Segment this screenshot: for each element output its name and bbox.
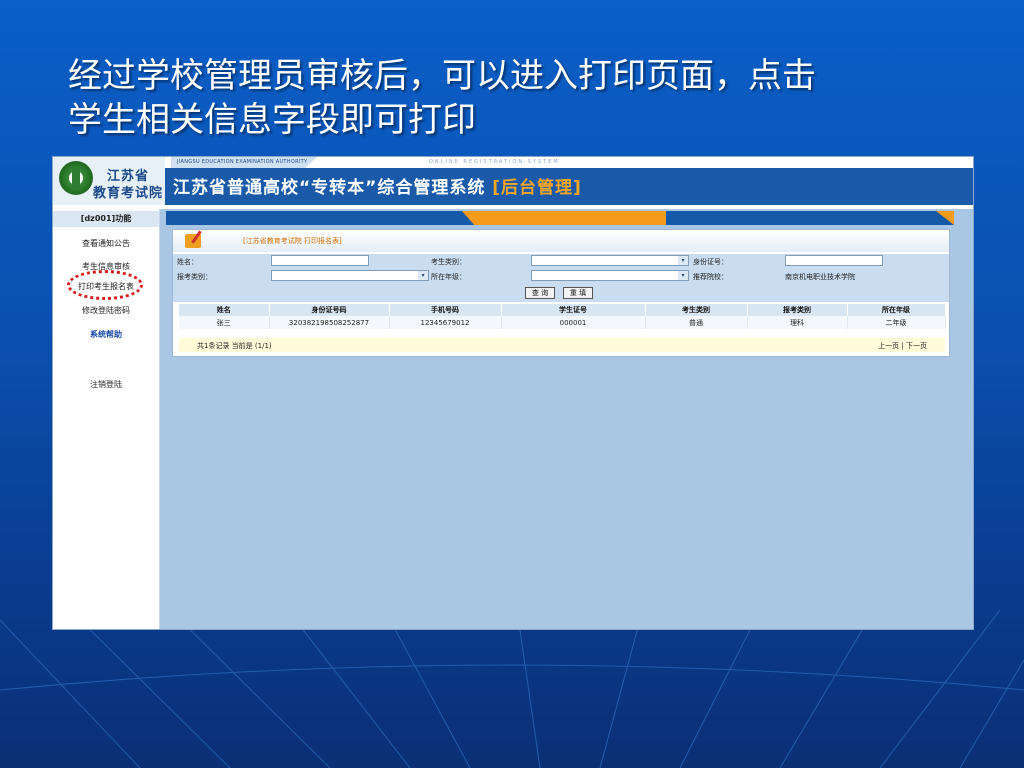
name-label: 姓名： [177, 258, 198, 266]
cell-category[interactable]: 普通 [645, 316, 748, 329]
panel-title: [江苏省教育考试院 打印报名表] [243, 237, 342, 245]
online-tag: ONLINE REGISTRATION SYSTEM [429, 159, 560, 165]
slide-title-line1: 经过学校管理员审核后，可以进入打印页面，点击 [68, 56, 816, 96]
app-header: 江苏省 教育考试院 JIANGSU EDUCATION EXAMINATION … [53, 157, 973, 205]
category-label: 考生类别： [431, 258, 466, 266]
system-title: 江苏省普通高校“专转本”综合管理系统 [后台管理] [173, 178, 582, 198]
chevron-down-icon: ▾ [678, 271, 688, 280]
cell-grade[interactable]: 二年级 [847, 316, 946, 329]
grade-label: 所在年级： [431, 273, 466, 281]
chevron-down-icon: ▾ [678, 256, 688, 265]
col-header-id: 身份证号码 [269, 304, 390, 316]
grade-select[interactable]: ▾ [531, 270, 689, 281]
col-header-exam-type: 报考类别 [747, 304, 848, 316]
col-header-student-id: 学生证号 [501, 304, 646, 316]
slide-title: 经过学校管理员审核后，可以进入打印页面，点击 学生相关信息字段即可打印 [68, 54, 968, 142]
reset-button[interactable]: 重 填 [563, 287, 593, 299]
pager: 共1条记录 当前是 (1/1) 上一页 | 下一页 [179, 338, 945, 352]
cell-name[interactable]: 张三 [179, 316, 270, 329]
exam-type-select[interactable]: ▾ [271, 270, 429, 281]
id-label: 身份证号： [693, 258, 728, 266]
col-header-name: 姓名 [179, 304, 270, 316]
app-screenshot: 江苏省 教育考试院 JIANGSU EDUCATION EXAMINATION … [52, 156, 974, 630]
school-value: 南京机电职业技术学院 [785, 273, 855, 281]
id-number-input[interactable] [785, 255, 883, 266]
main-content: [江苏省教育考试院 打印报名表] 姓名： 考生类别： ▾ 身份证号： 报考类别：… [160, 209, 973, 629]
table-header-row: 姓名 身份证号码 手机号码 学生证号 考生类别 报考类别 所在年级 [179, 304, 946, 316]
sidebar-item-change-password[interactable]: 修改登陆密码 [53, 305, 159, 316]
query-button[interactable]: 查 询 [525, 287, 555, 299]
logo: 江苏省 教育考试院 [53, 157, 165, 205]
tab-bar-accent [462, 211, 666, 225]
chevron-down-icon: ▾ [418, 271, 428, 280]
col-header-phone: 手机号码 [389, 304, 502, 316]
pager-summary: 共1条记录 当前是 (1/1) [197, 342, 272, 350]
category-select[interactable]: ▾ [531, 255, 689, 266]
name-input[interactable] [271, 255, 369, 266]
print-form-panel: [江苏省教育考试院 打印报名表] 姓名： 考生类别： ▾ 身份证号： 报考类别：… [172, 229, 950, 357]
highlight-circle [67, 270, 143, 300]
col-header-grade: 所在年级 [847, 304, 946, 316]
table-row[interactable]: 张三 320382198508252877 12345679012 000001… [179, 316, 946, 329]
school-label: 推荐院校： [693, 273, 728, 281]
logo-emblem-icon [59, 161, 93, 195]
sidebar: [dz001]功能 查看通知公告 考生信息审核 打印考生报名表 修改登陆密码 系… [53, 209, 160, 629]
tab-bar [166, 211, 954, 225]
system-title-tag: [后台管理] [492, 178, 582, 198]
panel-title-bar: [江苏省教育考试院 打印报名表] [173, 230, 949, 252]
slide-title-line2: 学生相关信息字段即可打印 [68, 100, 476, 140]
sidebar-item-help[interactable]: 系统帮助 [53, 329, 159, 340]
sidebar-header: [dz001]功能 [53, 211, 159, 227]
pager-nav-links[interactable]: 上一页 | 下一页 [878, 341, 927, 351]
authority-tag: JIANGSU EDUCATION EXAMINATION AUTHORITY [171, 157, 317, 168]
col-header-category: 考生类别 [645, 304, 748, 316]
sidebar-item-logout[interactable]: 注销登陆 [53, 379, 159, 390]
sidebar-item-notices[interactable]: 查看通知公告 [53, 238, 159, 249]
cell-student-id[interactable]: 000001 [501, 316, 646, 329]
exam-type-label: 报考类别： [177, 273, 212, 281]
cell-exam-type[interactable]: 理科 [747, 316, 848, 329]
logo-text-line2: 教育考试院 [93, 186, 164, 201]
tab-bar-accent-corner [936, 211, 954, 225]
pencil-icon [185, 234, 201, 248]
search-form: 姓名： 考生类别： ▾ 身份证号： 报考类别： ▾ 所在年级： ▾ 推荐院校： … [173, 254, 949, 302]
cell-id[interactable]: 320382198508252877 [269, 316, 390, 329]
results-table: 姓名 身份证号码 手机号码 学生证号 考生类别 报考类别 所在年级 张三 320… [179, 304, 946, 329]
cell-phone[interactable]: 12345679012 [389, 316, 502, 329]
